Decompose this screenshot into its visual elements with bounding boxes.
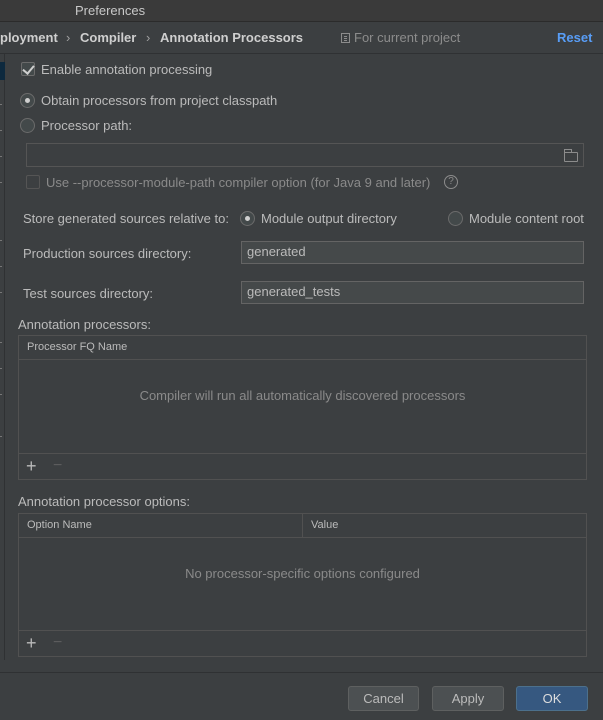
processor-path-field[interactable]: [26, 143, 584, 167]
breadcrumb-separator-icon: ›: [146, 30, 151, 45]
scope-label: For current project: [354, 30, 461, 45]
tree-line: [0, 436, 2, 437]
module-content-root-label: Module content root: [469, 211, 584, 226]
tree-line: [0, 266, 2, 267]
options-table: Option Name Value No processor-specific …: [18, 513, 587, 657]
tree-line: [0, 342, 2, 343]
footer-divider: [0, 672, 603, 673]
processors-toolbar: + −: [19, 453, 586, 479]
production-dir-label: Production sources directory:: [23, 246, 192, 261]
tree-line: [0, 292, 2, 293]
help-icon[interactable]: ?: [444, 175, 458, 189]
reset-link[interactable]: Reset: [557, 30, 592, 45]
settings-tree-edge: [0, 54, 5, 660]
folder-icon[interactable]: [564, 149, 578, 162]
processors-table-header: Processor FQ Name: [19, 336, 586, 360]
breadcrumb-item-compiler[interactable]: Compiler: [80, 30, 136, 45]
apply-button[interactable]: Apply: [432, 686, 504, 711]
scope-indicator: For current project: [341, 30, 460, 45]
module-output-radio[interactable]: [240, 211, 255, 226]
cancel-button[interactable]: Cancel: [348, 686, 419, 711]
options-empty-text: No processor-specific options configured: [185, 566, 420, 581]
processors-section-title: Annotation processors:: [18, 317, 151, 332]
classpath-radio[interactable]: [20, 93, 35, 108]
enable-processing-checkbox[interactable]: [21, 62, 35, 76]
module-output-label: Module output directory: [261, 211, 397, 226]
column-divider[interactable]: [302, 514, 303, 538]
enable-processing-label: Enable annotation processing: [41, 62, 213, 77]
settings-tree-selection[interactable]: [0, 62, 5, 80]
column-header-value[interactable]: Value: [311, 519, 338, 531]
tree-line: [0, 182, 2, 183]
breadcrumb-item-deployment[interactable]: ployment: [0, 30, 58, 45]
tree-line: [0, 130, 2, 131]
window-title: Preferences: [75, 3, 146, 18]
production-dir-field[interactable]: generated: [241, 241, 584, 264]
tree-line: [0, 394, 2, 395]
test-dir-field[interactable]: generated_tests: [241, 281, 584, 304]
breadcrumb-item-annotation-processors: Annotation Processors: [160, 30, 304, 45]
tree-line: [0, 240, 2, 241]
ok-button[interactable]: OK: [516, 686, 588, 711]
processors-empty-text: Compiler will run all automatically disc…: [139, 388, 466, 403]
module-path-checkbox[interactable]: [26, 175, 40, 189]
classpath-label: Obtain processors from project classpath: [41, 93, 278, 108]
processor-path-label: Processor path:: [41, 118, 133, 133]
module-content-root-radio[interactable]: [448, 211, 463, 226]
test-dir-label: Test sources directory:: [23, 286, 154, 301]
tree-line: [0, 156, 2, 157]
project-scope-icon: [341, 33, 350, 43]
breadcrumb-separator-icon: ›: [66, 30, 71, 45]
store-relative-label: Store generated sources relative to:: [23, 211, 229, 226]
column-header-option-name[interactable]: Option Name: [27, 519, 92, 531]
column-header-processor-fq-name[interactable]: Processor FQ Name: [27, 341, 127, 353]
processors-table: Processor FQ Name Compiler will run all …: [18, 335, 587, 480]
options-table-header: Option Name Value: [19, 514, 586, 538]
processor-path-radio[interactable]: [20, 118, 35, 133]
remove-processor-icon[interactable]: −: [53, 457, 62, 475]
options-section-title: Annotation processor options:: [18, 494, 190, 509]
tree-line: [0, 104, 2, 105]
add-option-icon[interactable]: +: [26, 634, 37, 652]
add-processor-icon[interactable]: +: [26, 457, 37, 475]
tree-line: [0, 368, 2, 369]
module-path-label: Use --processor-module-path compiler opt…: [46, 175, 431, 190]
remove-option-icon[interactable]: −: [53, 634, 62, 652]
options-toolbar: + −: [19, 630, 586, 656]
